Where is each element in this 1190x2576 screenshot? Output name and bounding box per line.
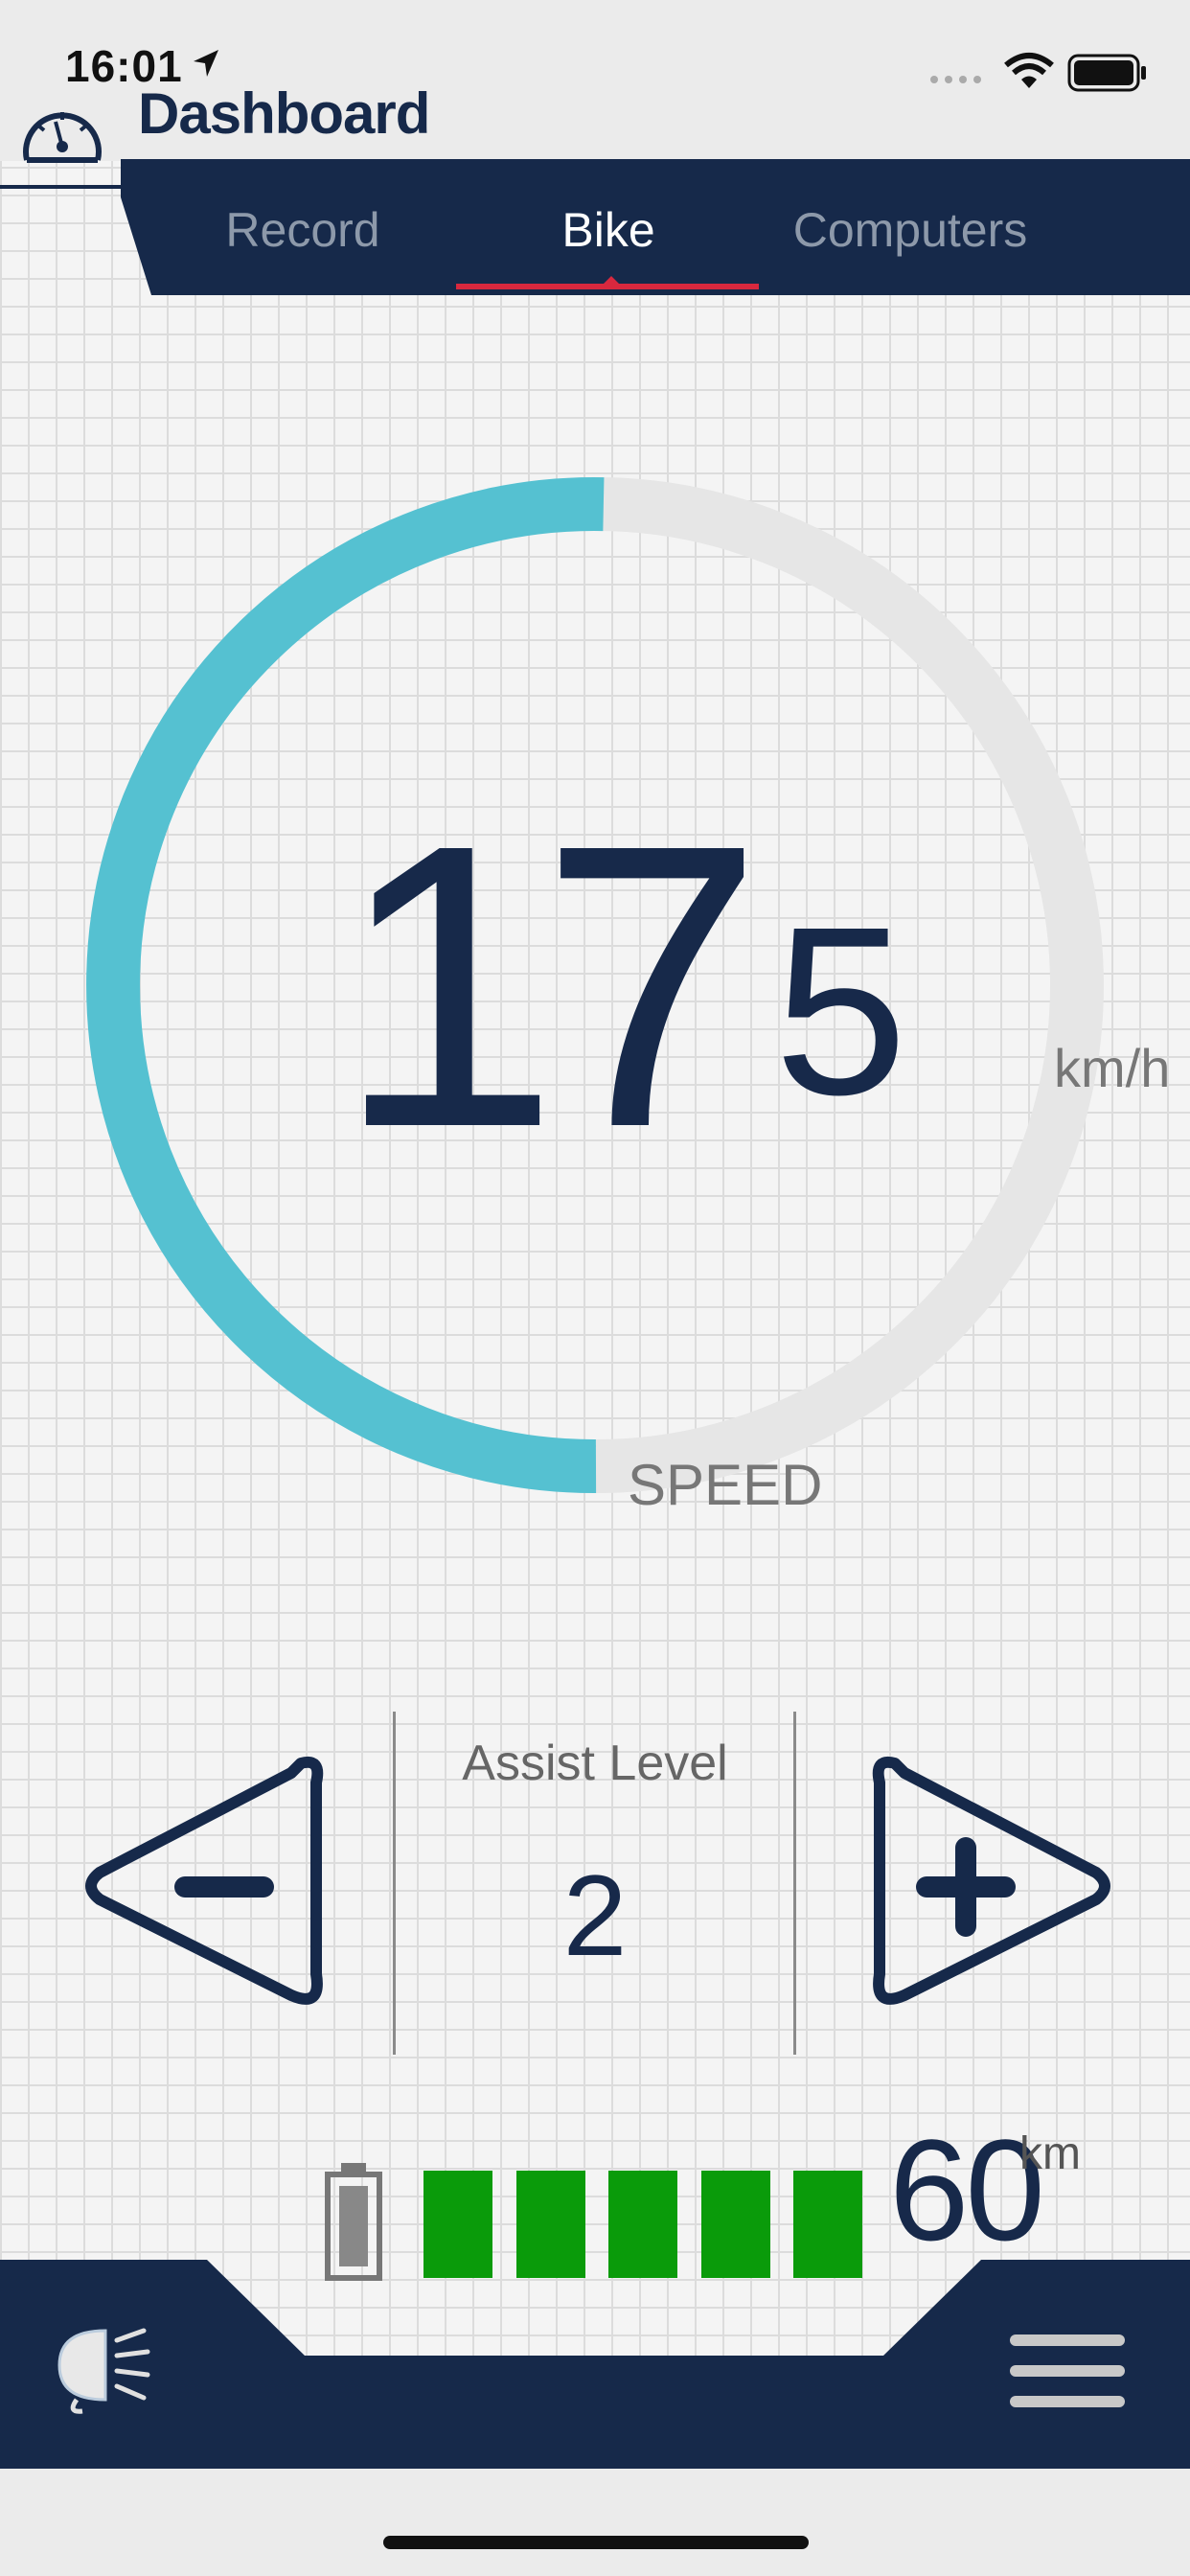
- tab-bike[interactable]: Bike: [498, 159, 719, 295]
- assist-divider-right: [793, 1712, 796, 2055]
- home-indicator[interactable]: [383, 2536, 809, 2549]
- headlight-icon[interactable]: [48, 2319, 163, 2415]
- location-arrow-icon: [194, 50, 218, 77]
- tab-bar: Record Bike Computers: [0, 159, 1190, 295]
- battery-status-icon: [1067, 54, 1146, 92]
- speed-label: SPEED: [628, 1453, 823, 1517]
- minus-icon: [174, 1876, 274, 1898]
- decrease-assist-button[interactable]: [71, 1744, 330, 2022]
- home-indicator-area: [0, 2469, 1190, 2576]
- assist-level-value: 2: [562, 1852, 628, 1980]
- range-unit: km: [1019, 2128, 1081, 2179]
- page-title: Dashboard: [138, 81, 430, 146]
- speed-value-integer: 17: [335, 762, 764, 1211]
- speed-unit: km/h: [1054, 1038, 1171, 1098]
- active-tab-notch: [598, 276, 625, 289]
- tab-computers[interactable]: Computers: [767, 159, 1054, 295]
- assist-level-label: Assist Level: [462, 1736, 728, 1791]
- assist-divider-left: [393, 1712, 396, 2055]
- speed-value-decimal: 5: [774, 877, 908, 1144]
- increase-assist-button[interactable]: [866, 1744, 1125, 2022]
- dashboard-gauge-icon: [23, 112, 102, 163]
- plus-icon: [916, 1837, 1016, 1937]
- hamburger-menu-icon[interactable]: [1006, 2331, 1131, 2411]
- cellular-signal-icon: [930, 76, 981, 83]
- wifi-icon: [1004, 53, 1054, 88]
- tab-record[interactable]: Record: [207, 159, 399, 295]
